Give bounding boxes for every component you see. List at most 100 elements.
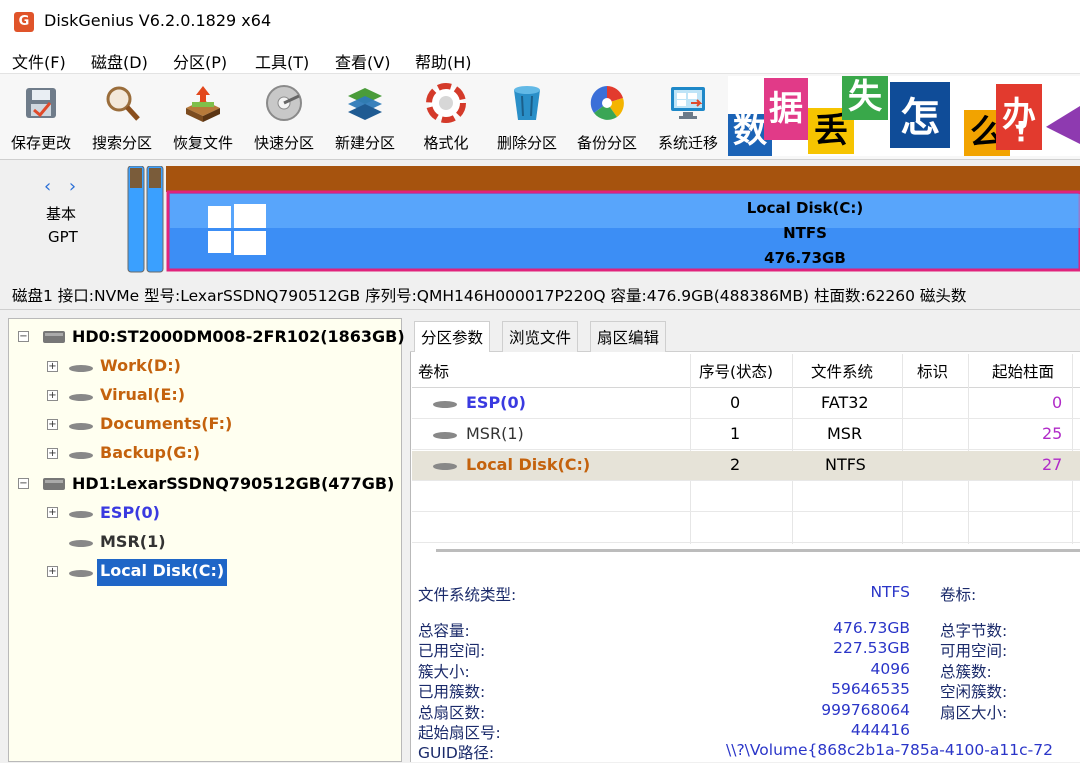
drive-icon [433, 463, 457, 470]
expand-virual[interactable]: + [47, 390, 58, 401]
menu-view[interactable]: 查看(V) [335, 49, 390, 73]
tab-partition-params[interactable]: 分区参数 [414, 321, 491, 352]
tab-sector-edit[interactable]: 扇区编辑 [590, 321, 667, 352]
banner-char-8: ! [1014, 115, 1028, 148]
fs-type-value: NTFS [870, 583, 910, 601]
save-icon [26, 88, 56, 118]
col-index-status[interactable]: 序号(状态) [699, 354, 773, 388]
tree-backup-g[interactable]: Backup(G:) [100, 443, 200, 462]
tab-browse-files[interactable]: 浏览文件 [502, 321, 579, 352]
search-partition-button[interactable]: 搜索分区 [82, 82, 162, 153]
volume-label-key: 卷标: [940, 586, 977, 604]
expand-documents[interactable]: + [47, 419, 58, 430]
total-bytes-label: 总字节数: [940, 622, 1008, 640]
disk-partition-bar[interactable] [126, 166, 1080, 274]
partition-size: 476.73GB [764, 249, 846, 267]
format-icon [426, 83, 466, 123]
backup-partition-button[interactable]: 备份分区 [567, 82, 647, 153]
row-start: 27 [1042, 455, 1063, 474]
drive-icon [69, 452, 93, 459]
expand-esp[interactable]: + [47, 507, 58, 518]
total-capacity-value: 476.73GB [833, 619, 910, 637]
start-sector-label: 起始扇区号: [418, 724, 501, 742]
quick-partition-button[interactable]: 快速分区 [244, 82, 324, 153]
partition-fs: NTFS [783, 224, 827, 242]
row-index: 2 [730, 455, 741, 474]
expand-hd0[interactable]: − [18, 331, 29, 342]
table-row-empty [412, 513, 1080, 543]
tree-documents-f[interactable]: Documents(F:) [100, 414, 232, 433]
menu-disk[interactable]: 磁盘(D) [91, 49, 148, 73]
row-fs: NTFS [825, 455, 866, 474]
tree-esp[interactable]: ESP(0) [100, 503, 160, 522]
new-partition-icon [348, 88, 382, 120]
total-capacity-label: 总容量: [418, 622, 470, 640]
row-index: 1 [730, 424, 741, 443]
drive-icon [69, 365, 93, 372]
table-row[interactable]: MSR(1) 1 MSR 25 [412, 420, 1080, 450]
delete-icon [514, 86, 540, 120]
drive-icon [69, 394, 93, 401]
drive-icon [69, 540, 93, 547]
tree-work-d[interactable]: Work(D:) [100, 356, 181, 375]
recover-icon [186, 86, 220, 122]
col-start-cylinder[interactable]: 起始柱面 [992, 354, 1054, 388]
new-partition-button[interactable]: 新建分区 [325, 82, 405, 153]
search-icon [106, 86, 140, 121]
start-sector-value: 444416 [850, 721, 910, 739]
backup-icon [590, 86, 624, 120]
table-row-empty [412, 482, 1080, 512]
hard-disk-icon [43, 478, 65, 490]
used-space-label: 已用空间: [418, 642, 486, 660]
guid-path-label: GUID路径: [418, 744, 495, 762]
promo-banner[interactable]: 数 据 丢 失 怎 么 办 ! [728, 76, 1080, 156]
table-row[interactable]: ESP(0) 0 FAT32 0 [412, 389, 1080, 419]
expand-backup[interactable]: + [47, 448, 58, 459]
drive-icon [69, 511, 93, 518]
used-clusters-label: 已用簇数: [418, 683, 486, 701]
menu-help[interactable]: 帮助(H) [415, 49, 472, 73]
guid-path-value: \\?\Volume{868c2b1a-785a-4100-a11c-72 [726, 741, 1053, 759]
tree-msr[interactable]: MSR(1) [100, 532, 166, 551]
used-clusters-value: 59646535 [831, 680, 910, 698]
menu-file[interactable]: 文件(F) [12, 49, 66, 73]
free-clusters-label: 空闲簇数: [940, 683, 1008, 701]
save-changes-button[interactable]: 保存更改 [1, 82, 81, 153]
expand-work[interactable]: + [47, 361, 58, 372]
quick-partition-icon [266, 85, 302, 121]
drive-icon [69, 423, 93, 430]
col-volume-label[interactable]: 卷标 [418, 354, 449, 388]
format-button[interactable]: 格式化 [406, 82, 486, 153]
row-start: 0 [1052, 393, 1063, 412]
banner-char-2: 据 [764, 78, 808, 140]
menu-bar: 文件(F) 磁盘(D) 分区(P) 工具(T) 查看(V) 帮助(H) [0, 44, 1080, 74]
system-migrate-button[interactable]: 系统迁移 [648, 82, 728, 153]
disk-nav-arrows[interactable]: ‹ › [44, 176, 82, 197]
recover-files-button[interactable]: 恢复文件 [163, 82, 243, 153]
app-logo-icon: G [14, 12, 34, 32]
col-filesystem[interactable]: 文件系统 [811, 354, 873, 388]
free-space-label: 可用空间: [940, 642, 1008, 660]
menu-partition[interactable]: 分区(P) [173, 49, 227, 73]
disk-info-bar: 磁盘1 接口:NVMe 型号:LexarSSDNQ790512GB 序列号:QM… [0, 280, 1080, 310]
partition-label: Local Disk(C:) [746, 199, 864, 217]
tree-hd1[interactable]: HD1:LexarSSDNQ790512GB(477GB) [72, 474, 394, 493]
row-label: ESP(0) [466, 393, 526, 412]
horizontal-splitter[interactable] [436, 549, 1080, 552]
expand-local-disk[interactable]: + [47, 566, 58, 577]
delete-partition-button[interactable]: 删除分区 [487, 82, 567, 153]
table-row-selected[interactable]: Local Disk(C:) 2 NTFS 27 [412, 451, 1080, 481]
banner-arrow [1046, 106, 1080, 144]
used-space-value: 227.53GB [833, 639, 910, 657]
tree-local-disk-c[interactable]: Local Disk(C:) [97, 559, 228, 586]
expand-hd1[interactable]: − [18, 478, 29, 489]
row-label: Local Disk(C:) [466, 455, 591, 474]
row-fs: MSR [827, 424, 863, 443]
hard-disk-icon [43, 331, 65, 343]
col-flag[interactable]: 标识 [917, 354, 948, 388]
disk-type-label: 基本 [46, 205, 77, 223]
tree-hd0[interactable]: HD0:ST2000DM008-2FR102(1863GB) [72, 327, 405, 346]
tab-bar: 分区参数 浏览文件 扇区编辑 [410, 318, 1080, 352]
menu-tools[interactable]: 工具(T) [255, 49, 309, 73]
tree-virual-e[interactable]: Virual(E:) [100, 385, 185, 404]
